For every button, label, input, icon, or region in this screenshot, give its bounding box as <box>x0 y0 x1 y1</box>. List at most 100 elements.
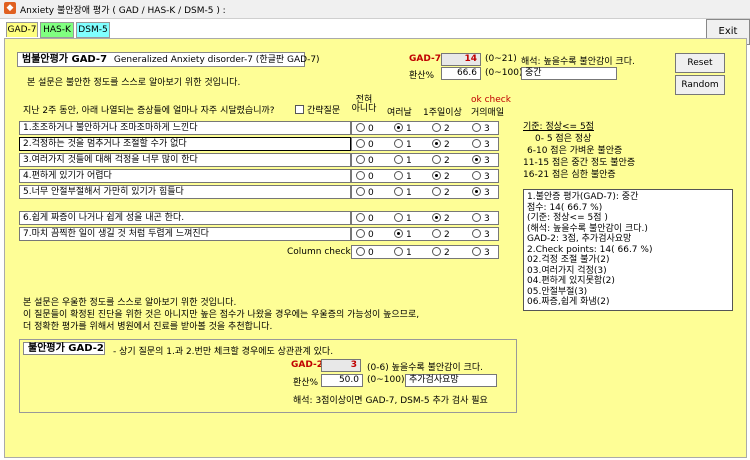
result-textarea[interactable]: 1.불안증 평가(GAD-7): 중간 점수: 14( 66.7 %) (기준:… <box>523 189 733 311</box>
answer-option-1[interactable]: 1 <box>394 171 412 183</box>
answer-option-0[interactable]: 0 <box>356 229 374 241</box>
answer-option-0[interactable]: 0 <box>356 139 374 151</box>
answer-option-3[interactable]: 3 <box>472 123 490 135</box>
radio-button[interactable] <box>394 155 403 164</box>
radio-button[interactable] <box>432 155 441 164</box>
radio-button[interactable] <box>394 213 403 222</box>
criteria-line: 0- 5 점은 정상 <box>535 134 592 144</box>
answer-option-3[interactable]: 3 <box>472 213 490 225</box>
gad7-intro: 본 설문은 불안한 정도를 스스로 알아보기 위한 것입니다. <box>27 78 241 88</box>
answer-option-2[interactable]: 2 <box>432 139 450 151</box>
notice-line: 더 정확한 평가를 위해서 병원에서 진료를 받아볼 것을 추천합니다. <box>23 322 273 332</box>
radio-button[interactable] <box>394 123 403 132</box>
radio-button[interactable] <box>432 123 441 132</box>
radio-button[interactable] <box>472 139 481 148</box>
answer-option-1[interactable]: 1 <box>394 213 412 225</box>
gad7-score-label: GAD-7 <box>409 54 441 64</box>
radio-button[interactable] <box>432 229 441 238</box>
answer-option-2[interactable]: 2 <box>432 187 450 199</box>
gad2-level: 추가검사요망 <box>405 374 497 387</box>
radio-button[interactable] <box>356 213 365 222</box>
result-line: 05.안절부절(3) <box>527 286 588 297</box>
question-prompt: 지난 2주 동안, 아래 나열되는 증상들에 얼마나 자주 시달렸습니까? <box>23 106 275 116</box>
short-question-toggle[interactable]: 간략질문 <box>295 103 340 116</box>
short-question-checkbox[interactable] <box>295 105 304 114</box>
answer-option-0[interactable]: 0 <box>356 155 374 167</box>
column-check-option-2[interactable]: 2 <box>432 247 450 259</box>
col-header-never-text: 전혀 아니다 <box>351 95 377 114</box>
radio-button[interactable] <box>356 139 365 148</box>
answer-option-2[interactable]: 2 <box>432 171 450 183</box>
radio-button[interactable] <box>472 155 481 164</box>
gad2-score-range: (0-6) 높을수록 불안감이 크다. <box>367 363 483 373</box>
column-check-option-3[interactable]: 3 <box>472 247 490 259</box>
answer-option-3[interactable]: 3 <box>472 139 490 151</box>
radio-button[interactable] <box>432 171 441 180</box>
option-label: 3 <box>484 124 490 134</box>
question-options: 0 1 2 3 <box>351 121 499 135</box>
radio-button[interactable] <box>432 187 441 196</box>
question-label: 4.편하게 있기가 어렵다 <box>19 169 351 183</box>
app-icon: ◆ <box>4 2 16 14</box>
random-button[interactable]: Random <box>675 75 725 95</box>
radio-button[interactable] <box>356 171 365 180</box>
option-label: 0 <box>368 230 374 240</box>
answer-option-1[interactable]: 1 <box>394 229 412 241</box>
answer-option-2[interactable]: 2 <box>432 123 450 135</box>
option-label: 1 <box>406 156 412 166</box>
answer-option-3[interactable]: 3 <box>472 155 490 167</box>
gad2-title: 불안평가 GAD-2 <box>23 342 105 355</box>
answer-option-1[interactable]: 1 <box>394 139 412 151</box>
radio-button[interactable] <box>356 155 365 164</box>
radio-button[interactable] <box>472 123 481 132</box>
answer-option-3[interactable]: 3 <box>472 229 490 241</box>
criteria-box: 기준: 정상<= 5점 0- 5 점은 정상 6-10 점은 가벼운 불안증 1… <box>523 121 635 181</box>
radio-button[interactable] <box>356 187 365 196</box>
answer-option-0[interactable]: 0 <box>356 123 374 135</box>
option-label: 0 <box>368 172 374 182</box>
radio-button[interactable] <box>394 139 403 148</box>
radio-button[interactable] <box>472 213 481 222</box>
tab-dsm5[interactable]: DSM-5 <box>76 22 110 38</box>
tab-hask[interactable]: HAS-K <box>40 22 74 38</box>
radio-button[interactable] <box>432 213 441 222</box>
radio-button[interactable] <box>356 123 365 132</box>
gad2-score-label: GAD-2 <box>291 360 323 370</box>
radio-button[interactable] <box>472 187 481 196</box>
criteria-title: 기준: 정상<= 5점 <box>523 122 594 132</box>
gad7-interpretation: 해석: 높을수록 불안감이 크다. <box>521 57 635 67</box>
gad2-converted-range: (0~100) <box>367 375 405 385</box>
radio-button[interactable] <box>472 171 481 180</box>
radio-button[interactable] <box>394 171 403 180</box>
answer-option-1[interactable]: 1 <box>394 187 412 199</box>
column-check-option-1[interactable]: 1 <box>394 247 412 259</box>
gad7-title-box: 범불안평가 GAD-7 Generalized Anxiety disorder… <box>17 52 320 67</box>
result-line: GAD-2: 3점, 추가검사요망 <box>527 234 632 244</box>
reset-button[interactable]: Reset <box>675 53 725 73</box>
answer-option-2[interactable]: 2 <box>432 213 450 225</box>
radio-button[interactable] <box>394 229 403 238</box>
answer-option-1[interactable]: 1 <box>394 155 412 167</box>
answer-option-0[interactable]: 0 <box>356 187 374 199</box>
question-options: 0 1 2 3 <box>351 169 499 183</box>
answer-option-0[interactable]: 0 <box>356 171 374 183</box>
answer-option-3[interactable]: 3 <box>472 187 490 199</box>
answer-option-2[interactable]: 2 <box>432 155 450 167</box>
radio-button[interactable] <box>472 229 481 238</box>
col-header-never: 전혀 아니다 <box>349 96 379 114</box>
short-question-label: 간략질문 <box>307 106 341 116</box>
radio-button[interactable] <box>432 139 441 148</box>
radio-button[interactable] <box>394 187 403 196</box>
tab-gad7[interactable]: GAD-7 <box>6 22 38 37</box>
radio-button[interactable] <box>356 229 365 238</box>
question-label: 1.초조하거나 불안하거나 조마조마하게 느낀다 <box>19 121 351 135</box>
answer-option-2[interactable]: 2 <box>432 229 450 241</box>
result-line: 06.짜증,쉽게 화냄(2) <box>527 297 610 307</box>
gad2-interpretation: 해석: 3점이상이면 GAD-7, DSM-5 추가 검사 필요 <box>293 396 488 406</box>
result-line: 02.걱정 조절 불가(2) <box>527 255 610 265</box>
result-line: (기준: 정상<= 5점 ) <box>527 213 608 223</box>
answer-option-1[interactable]: 1 <box>394 123 412 135</box>
answer-option-0[interactable]: 0 <box>356 213 374 225</box>
answer-option-3[interactable]: 3 <box>472 171 490 183</box>
column-check-option-0[interactable]: 0 <box>356 247 374 259</box>
